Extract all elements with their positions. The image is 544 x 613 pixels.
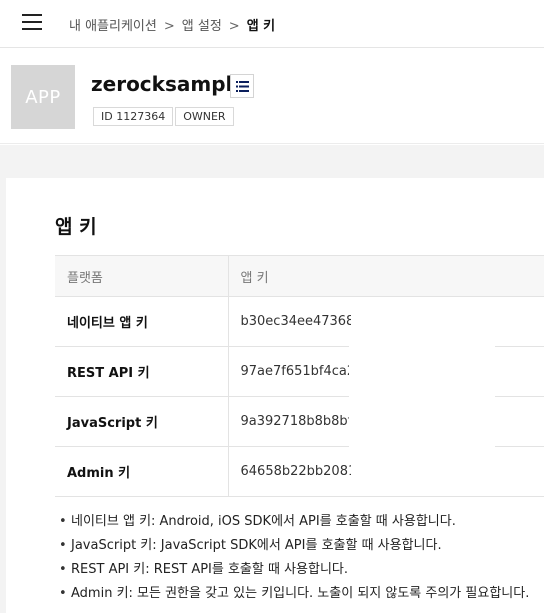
admin-key-value[interactable]: 64658b22bb2081a [241,464,351,479]
table-row: Admin 키 64658b22bb2081a [55,446,544,497]
breadcrumb-separator: > [163,19,175,34]
platform-native: 네이티브 앱 키 [55,296,229,347]
app-name: zerocksample [91,72,246,96]
platform-admin: Admin 키 [55,446,229,497]
note-rest-api: REST API 키: REST API를 호출할 때 사용합니다. [59,560,529,584]
app-thumbnail: APP [11,65,75,129]
table-header-row: 플랫폼 앱 키 [55,255,544,297]
list-icon [236,81,249,92]
breadcrumb-current: 앱 키 [246,19,276,34]
javascript-key-value[interactable]: 9a392718b8b8bfe [241,414,351,429]
breadcrumb-app-settings[interactable]: 앱 설정 [182,19,222,34]
platform-javascript: JavaScript 키 [55,396,229,447]
breadcrumb: 내 애플리케이션 > 앱 설정 > 앱 키 [69,15,275,34]
column-header-app-key: 앱 키 [228,255,544,297]
breadcrumb-separator: > [228,19,240,34]
platform-rest-api: REST API 키 [55,346,229,397]
note-admin: Admin 키: 모든 권한을 갖고 있는 키입니다. 노출이 되지 않도록 주… [59,584,529,608]
key-redaction-mask [349,327,495,447]
app-list-button[interactable] [230,74,254,98]
key-usage-notes: 네이티브 앱 키: Android, iOS SDK에서 API를 호출할 때 … [59,512,529,608]
hamburger-menu-icon[interactable] [22,14,42,31]
native-app-key-value[interactable]: b30ec34ee47368c [241,314,351,329]
app-role-badge: OWNER [175,107,234,126]
column-header-platform: 플랫폼 [55,255,229,297]
rest-api-key-value[interactable]: 97ae7f651bf4ca29 [241,364,351,379]
section-title: 앱 키 [55,216,97,238]
breadcrumb-my-apps[interactable]: 내 애플리케이션 [69,19,157,34]
app-header: APP zerocksample ID 1127364 OWNER [0,48,544,144]
note-native: 네이티브 앱 키: Android, iOS SDK에서 API를 호출할 때 … [59,512,529,536]
note-javascript: JavaScript 키: JavaScript SDK에서 API를 호출할 … [59,536,529,560]
app-tags: ID 1127364 OWNER [93,107,236,126]
top-bar: 내 애플리케이션 > 앱 설정 > 앱 키 [0,0,544,48]
app-id-badge: ID 1127364 [93,107,174,126]
